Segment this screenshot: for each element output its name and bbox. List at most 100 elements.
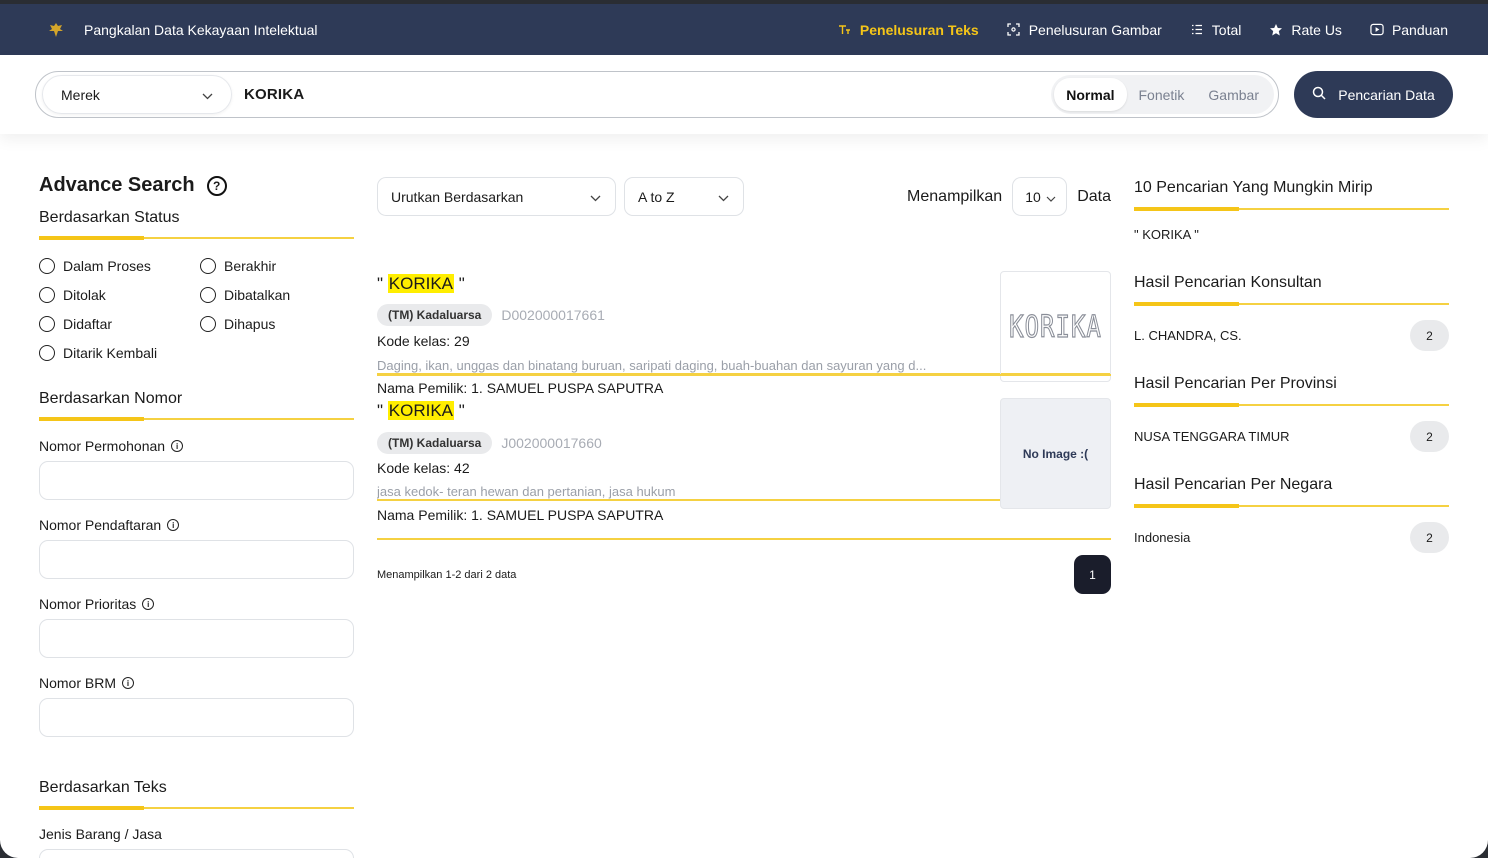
status-section-title: Berdasarkan Status (39, 209, 180, 226)
similar-item[interactable]: " KORIKA " (1134, 227, 1449, 242)
count-badge: 2 (1410, 421, 1449, 452)
results-controls: Urutkan Berdasarkan A to Z Menampilkan 1… (377, 177, 1111, 216)
section-divider (1134, 302, 1449, 306)
page-size-control: Menampilkan 10 Data (907, 177, 1111, 216)
result-title[interactable]: " KORIKA " (377, 401, 465, 421)
result-meta: (TM) Kadaluarsa D002000017661 (377, 304, 605, 326)
teks-section-title: Berdasarkan Teks (39, 779, 167, 796)
result-card[interactable]: " KORIKA " (TM) Kadaluarsa D002000017661… (377, 216, 1111, 396)
nav-panduan[interactable]: Panduan (1370, 22, 1448, 38)
mode-normal[interactable]: Normal (1054, 78, 1127, 111)
radio-didaftar[interactable]: Didaftar (39, 316, 200, 332)
info-icon[interactable]: i (142, 598, 155, 610)
status-radio-group: Dalam Proses Berakhir Ditolak Dibatalkan… (39, 258, 354, 361)
chevron-down-icon (718, 189, 729, 205)
app-frame: Pangkalan Data Kekayaan Intelektual Pene… (0, 4, 1488, 858)
main-nav: Penelusuran Teks Penelusuran Gambar Tota… (838, 22, 1448, 38)
nav-label: Rate Us (1291, 21, 1342, 38)
info-icon[interactable]: i (171, 440, 184, 452)
label-nomor-permohonan: Nomor Permohonan i (39, 438, 354, 454)
result-card[interactable]: " KORIKA " (TM) Kadaluarsa J002000017660… (377, 374, 1111, 523)
status-badge: (TM) Kadaluarsa (377, 432, 493, 454)
radio-circle-icon (39, 258, 55, 274)
advance-search-heading: Advance Search ? (39, 174, 354, 197)
nomor-permohonan-input[interactable] (39, 461, 354, 500)
search-type-select[interactable]: Merek (42, 75, 232, 114)
radio-label: Dibatalkan (224, 287, 291, 303)
radio-circle-icon (39, 345, 55, 361)
result-name: KORIKA (387, 401, 455, 420)
search-button[interactable]: Pencarian Data (1294, 71, 1453, 118)
nav-label: Penelusuran Teks (859, 21, 979, 38)
nav-total[interactable]: Total (1190, 21, 1242, 38)
jenis-barang-input[interactable] (39, 849, 354, 858)
search-input[interactable]: KORIKA (244, 86, 1051, 103)
section-divider (39, 236, 354, 240)
image-search-icon (1007, 23, 1021, 36)
advance-search-title: Advance Search (39, 174, 195, 196)
chevron-down-icon (590, 189, 601, 205)
top-navbar: Pangkalan Data Kekayaan Intelektual Pene… (0, 4, 1488, 55)
search-icon (1312, 86, 1326, 103)
quote-mark: " (377, 274, 384, 293)
search-mode-toggle: Normal Fonetik Gambar (1051, 75, 1274, 114)
application-number: D002000017661 (501, 307, 605, 323)
radio-circle-icon (39, 316, 55, 332)
nav-label: Panduan (1391, 21, 1448, 38)
similar-item-label: " KORIKA " (1134, 227, 1199, 242)
quote-mark: " (458, 401, 465, 420)
sort-select-value: Urutkan Berdasarkan (391, 188, 524, 205)
info-icon[interactable]: i (167, 519, 180, 531)
label-nomor-pendaftaran: Nomor Pendaftaran i (39, 517, 354, 533)
nomor-pendaftaran-input[interactable] (39, 540, 354, 579)
radio-berakhir[interactable]: Berakhir (200, 258, 354, 274)
trademark-logo-text: KORIKA (1009, 308, 1102, 344)
radio-circle-icon (39, 287, 55, 303)
radio-dalam-proses[interactable]: Dalam Proses (39, 258, 200, 274)
konsultan-row[interactable]: L. CHANDRA, CS. 2 (1134, 320, 1449, 351)
radio-ditarik-kembali[interactable]: Ditarik Kembali (39, 345, 200, 361)
page-size-select[interactable]: 10 (1012, 177, 1068, 216)
quote-mark: " (458, 274, 465, 293)
nav-penelusuran-teks[interactable]: Penelusuran Teks (838, 22, 979, 38)
brand-title: Pangkalan Data Kekayaan Intelektual (84, 21, 318, 38)
order-select[interactable]: A to Z (624, 177, 744, 216)
search-button-label: Pencarian Data (1338, 86, 1435, 103)
mode-gambar[interactable]: Gambar (1196, 78, 1271, 111)
nav-rate-us[interactable]: Rate Us (1269, 22, 1342, 38)
provinsi-row[interactable]: NUSA TENGGARA TIMUR 2 (1134, 421, 1449, 452)
radio-label: Dalam Proses (63, 258, 151, 274)
radio-ditolak[interactable]: Ditolak (39, 287, 200, 303)
sort-select[interactable]: Urutkan Berdasarkan (377, 177, 616, 216)
trademark-image[interactable]: KORIKA (1000, 271, 1111, 382)
radio-circle-icon (200, 258, 216, 274)
pagination-page-1[interactable]: 1 (1074, 555, 1111, 594)
radio-label: Ditarik Kembali (63, 345, 158, 361)
radio-label: Didaftar (63, 316, 113, 332)
mode-fonetik[interactable]: Fonetik (1127, 78, 1197, 111)
nav-penelusuran-gambar[interactable]: Penelusuran Gambar (1007, 22, 1162, 38)
negara-row[interactable]: Indonesia 2 (1134, 522, 1449, 553)
section-divider (1134, 403, 1449, 407)
help-icon[interactable]: ? (206, 175, 227, 196)
section-divider (1134, 504, 1449, 508)
section-divider (39, 417, 354, 421)
result-owner: Nama Pemilik: 1. SAMUEL PUSPA SAPUTRA (377, 507, 664, 523)
result-class: Kode kelas: 29 (377, 333, 470, 349)
result-title[interactable]: " KORIKA " (377, 274, 465, 294)
field-label-text: Nomor Permohonan (39, 438, 166, 454)
count-badge: 2 (1410, 320, 1449, 351)
nomor-prioritas-input[interactable] (39, 619, 354, 658)
nomor-brm-input[interactable] (39, 698, 354, 737)
radio-label: Berakhir (224, 258, 277, 274)
result-description: Daging, ikan, unggas dan binatang buruan… (377, 358, 927, 373)
result-name: KORIKA (387, 274, 455, 293)
info-icon[interactable]: i (122, 677, 135, 689)
radio-label: Ditolak (63, 287, 106, 303)
search-box: Merek KORIKA Normal Fonetik Gambar (35, 71, 1279, 118)
radio-dihapus[interactable]: Dihapus (200, 316, 354, 332)
nav-label: Total (1211, 21, 1242, 38)
chevron-down-icon (1046, 189, 1056, 205)
brand[interactable]: Pangkalan Data Kekayaan Intelektual (46, 20, 318, 40)
radio-dibatalkan[interactable]: Dibatalkan (200, 287, 354, 303)
